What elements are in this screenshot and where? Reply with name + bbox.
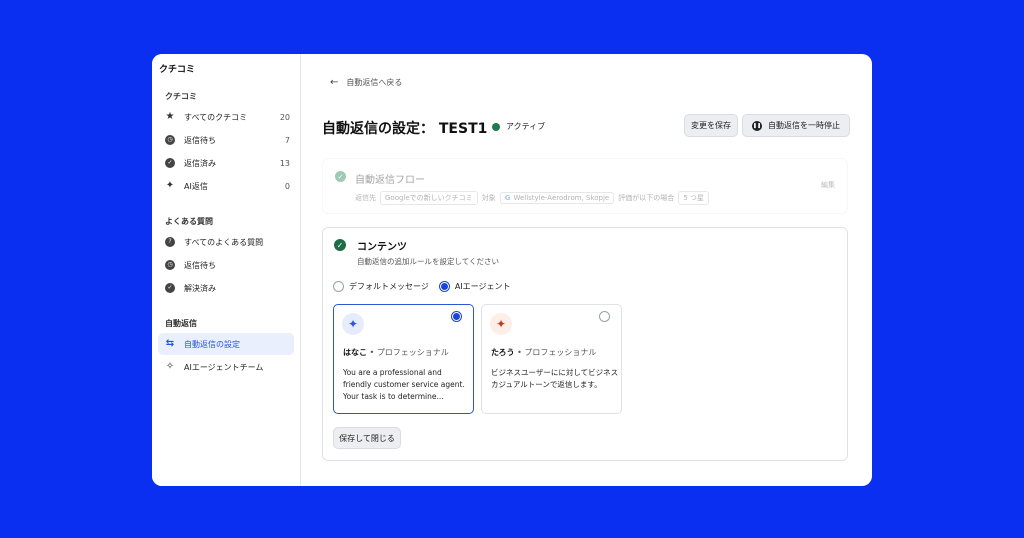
save-changes-button[interactable]: 変更を保存 [684,114,738,137]
pause-button-label: 自動返信を一時停止 [768,121,840,130]
count-badge: 0 [284,181,290,191]
agent-name: たろう [491,348,515,357]
agent-role: プロフェッショナル [524,348,597,357]
radio-default-message-label[interactable]: デフォルトメッセージ [349,281,429,292]
agent-separator: • [517,348,522,357]
sidebar-item-label: AI返信 [184,181,208,191]
flow-location: Wellstyle-Aerodrom, Skopje [513,194,610,202]
auto-reply-icon: ⇆ [165,338,175,349]
content-subtitle: 自動返信の追加ルールを設定してください [357,257,500,266]
agent-description: You are a professional and friendly cust… [343,368,465,401]
sidebar-item-label: すべてのクチコミ [184,112,248,122]
sidebar-item-label: 解決済み [184,283,216,293]
check-circle-icon: ✓ [335,171,346,182]
agent-name-line: はなこ • プロフェッショナル [343,347,449,358]
sparkle-icon: ✦ [490,313,512,335]
flow-location-chip: G Wellstyle-Aerodrom, Skopje [499,192,615,204]
flow-condition: 評価が以下の場合 [618,194,675,202]
sidebar-section-title: 自動返信 [165,319,197,328]
agent-name: はなこ [343,348,367,357]
google-icon: G [504,194,511,202]
sparkles-icon: ✧ [165,361,175,372]
flow-stars-chip: 5 つ星 [678,191,709,205]
sidebar-section-title: クチコミ [165,92,197,101]
sidebar-item-awaiting-reply[interactable]: ◷ 返信待ち 7 [158,129,294,151]
save-and-close-label: 保存して閉じる [339,433,395,443]
count-badge: 13 [279,158,290,168]
sidebar-item-replied[interactable]: ✓ 返信済み 13 [158,152,294,174]
sidebar-item-all-faq[interactable]: ? すべてのよくある質問 [158,231,294,253]
pause-auto-reply-button[interactable]: ❚❚ 自動返信を一時停止 [742,114,850,137]
check-circle-icon: ✓ [165,158,175,168]
star-icon: ★ [165,111,175,122]
app-window: クチコミ クチコミ ★ すべてのクチコミ 20 ◷ 返信待ち 7 ✓ 返信済み … [152,54,872,486]
sidebar-item-auto-reply-settings[interactable]: ⇆ 自動返信の設定 [158,333,294,355]
content-type-radio-group: デフォルトメッセージ AIエージェント [333,281,521,292]
question-circle-icon: ? [165,237,175,247]
flow-summary: 返信先 Googleでの新しいクチコミ 対象 G Wellstyle-Aerodr… [355,191,713,205]
sidebar-item-all-reviews[interactable]: ★ すべてのクチコミ 20 [158,106,294,128]
flow-source-chip: Googleでの新しいクチコミ [380,191,478,205]
main-panel: ← 自動返信へ戻る 自動返信の設定： TEST1 アクティブ 変更を保存 ❚❚ … [302,54,872,486]
flow-edit-link[interactable]: 編集 [821,180,835,190]
sidebar-item-label: 返信待ち [184,135,216,145]
sidebar-section-title: よくある質問 [165,217,213,226]
check-circle-icon: ✓ [165,283,175,293]
brand-logo: クチコミ [159,65,196,75]
agent-name-line: たろう • プロフェッショナル [491,347,596,358]
clock-icon: ◷ [165,135,175,145]
radio-ai-agent[interactable] [438,281,450,292]
sparkle-icon: ✦ [342,313,364,335]
sidebar-item-label: AIエージェントチーム [184,362,264,372]
flow-prefix: 返信先 [355,194,376,202]
sidebar: クチコミ クチコミ ★ すべてのクチコミ 20 ◷ 返信待ち 7 ✓ 返信済み … [152,54,301,486]
check-circle-icon: ✓ [334,239,346,251]
clock-icon: ◷ [165,260,175,270]
sidebar-item-label: すべてのよくある質問 [184,237,264,247]
count-badge: 20 [279,112,290,122]
agent-description: ビジネスユーザーにに対してビジネスカジュアルトーンで返信します。 [491,368,619,389]
sidebar-item-label: 返信済み [184,158,216,168]
agent-card-hanako[interactable]: ✦ はなこ • プロフェッショナル You are a professional… [333,304,474,414]
agent-role: プロフェッショナル [376,348,449,357]
sidebar-item-label: 自動返信の設定 [184,339,240,349]
save-and-close-button[interactable]: 保存して閉じる [333,427,401,449]
auto-reply-flow-card[interactable]: ✓ 自動返信フロー 返信先 Googleでの新しいクチコミ 対象 G Wellst… [322,158,848,214]
agent-select-radio[interactable] [451,311,462,322]
status-badge: アクティブ [492,121,545,132]
agent-card-taro[interactable]: ✦ たろう • プロフェッショナル ビジネスユーザーにに対してビジネスカジュアル… [481,304,622,414]
content-title: コンテンツ [357,242,407,253]
sidebar-item-ai-agent-team[interactable]: ✧ AIエージェントチーム [158,356,294,378]
status-dot-icon [492,122,500,131]
flow-title: 自動返信フロー [355,175,425,186]
back-link-label: 自動返信へ戻る [346,78,403,87]
radio-default-message[interactable] [333,281,344,292]
page-title: 自動返信の設定： TEST1 [322,121,488,137]
save-changes-label: 変更を保存 [691,121,731,130]
pause-icon: ❚❚ [752,120,762,131]
agent-select-radio[interactable] [599,311,610,322]
status-label: アクティブ [506,122,546,131]
content-card: ✓ コンテンツ 自動返信の追加ルールを設定してください デフォルトメッセージ A… [322,227,848,461]
flow-target-label: 対象 [481,194,496,202]
sidebar-item-resolved[interactable]: ✓ 解決済み [158,277,294,299]
agent-separator: • [369,348,375,357]
sidebar-item-faq-awaiting[interactable]: ◷ 返信待ち [158,254,294,276]
sidebar-item-label: 返信待ち [184,260,216,270]
back-link[interactable]: ← 自動返信へ戻る [330,77,402,88]
arrow-left-icon: ← [330,77,339,88]
sparkle-icon: ✦ [165,180,175,191]
sidebar-item-ai-reply[interactable]: ✦ AI返信 0 [158,175,294,197]
radio-ai-agent-label[interactable]: AIエージェント [455,281,511,292]
count-badge: 7 [284,135,290,145]
